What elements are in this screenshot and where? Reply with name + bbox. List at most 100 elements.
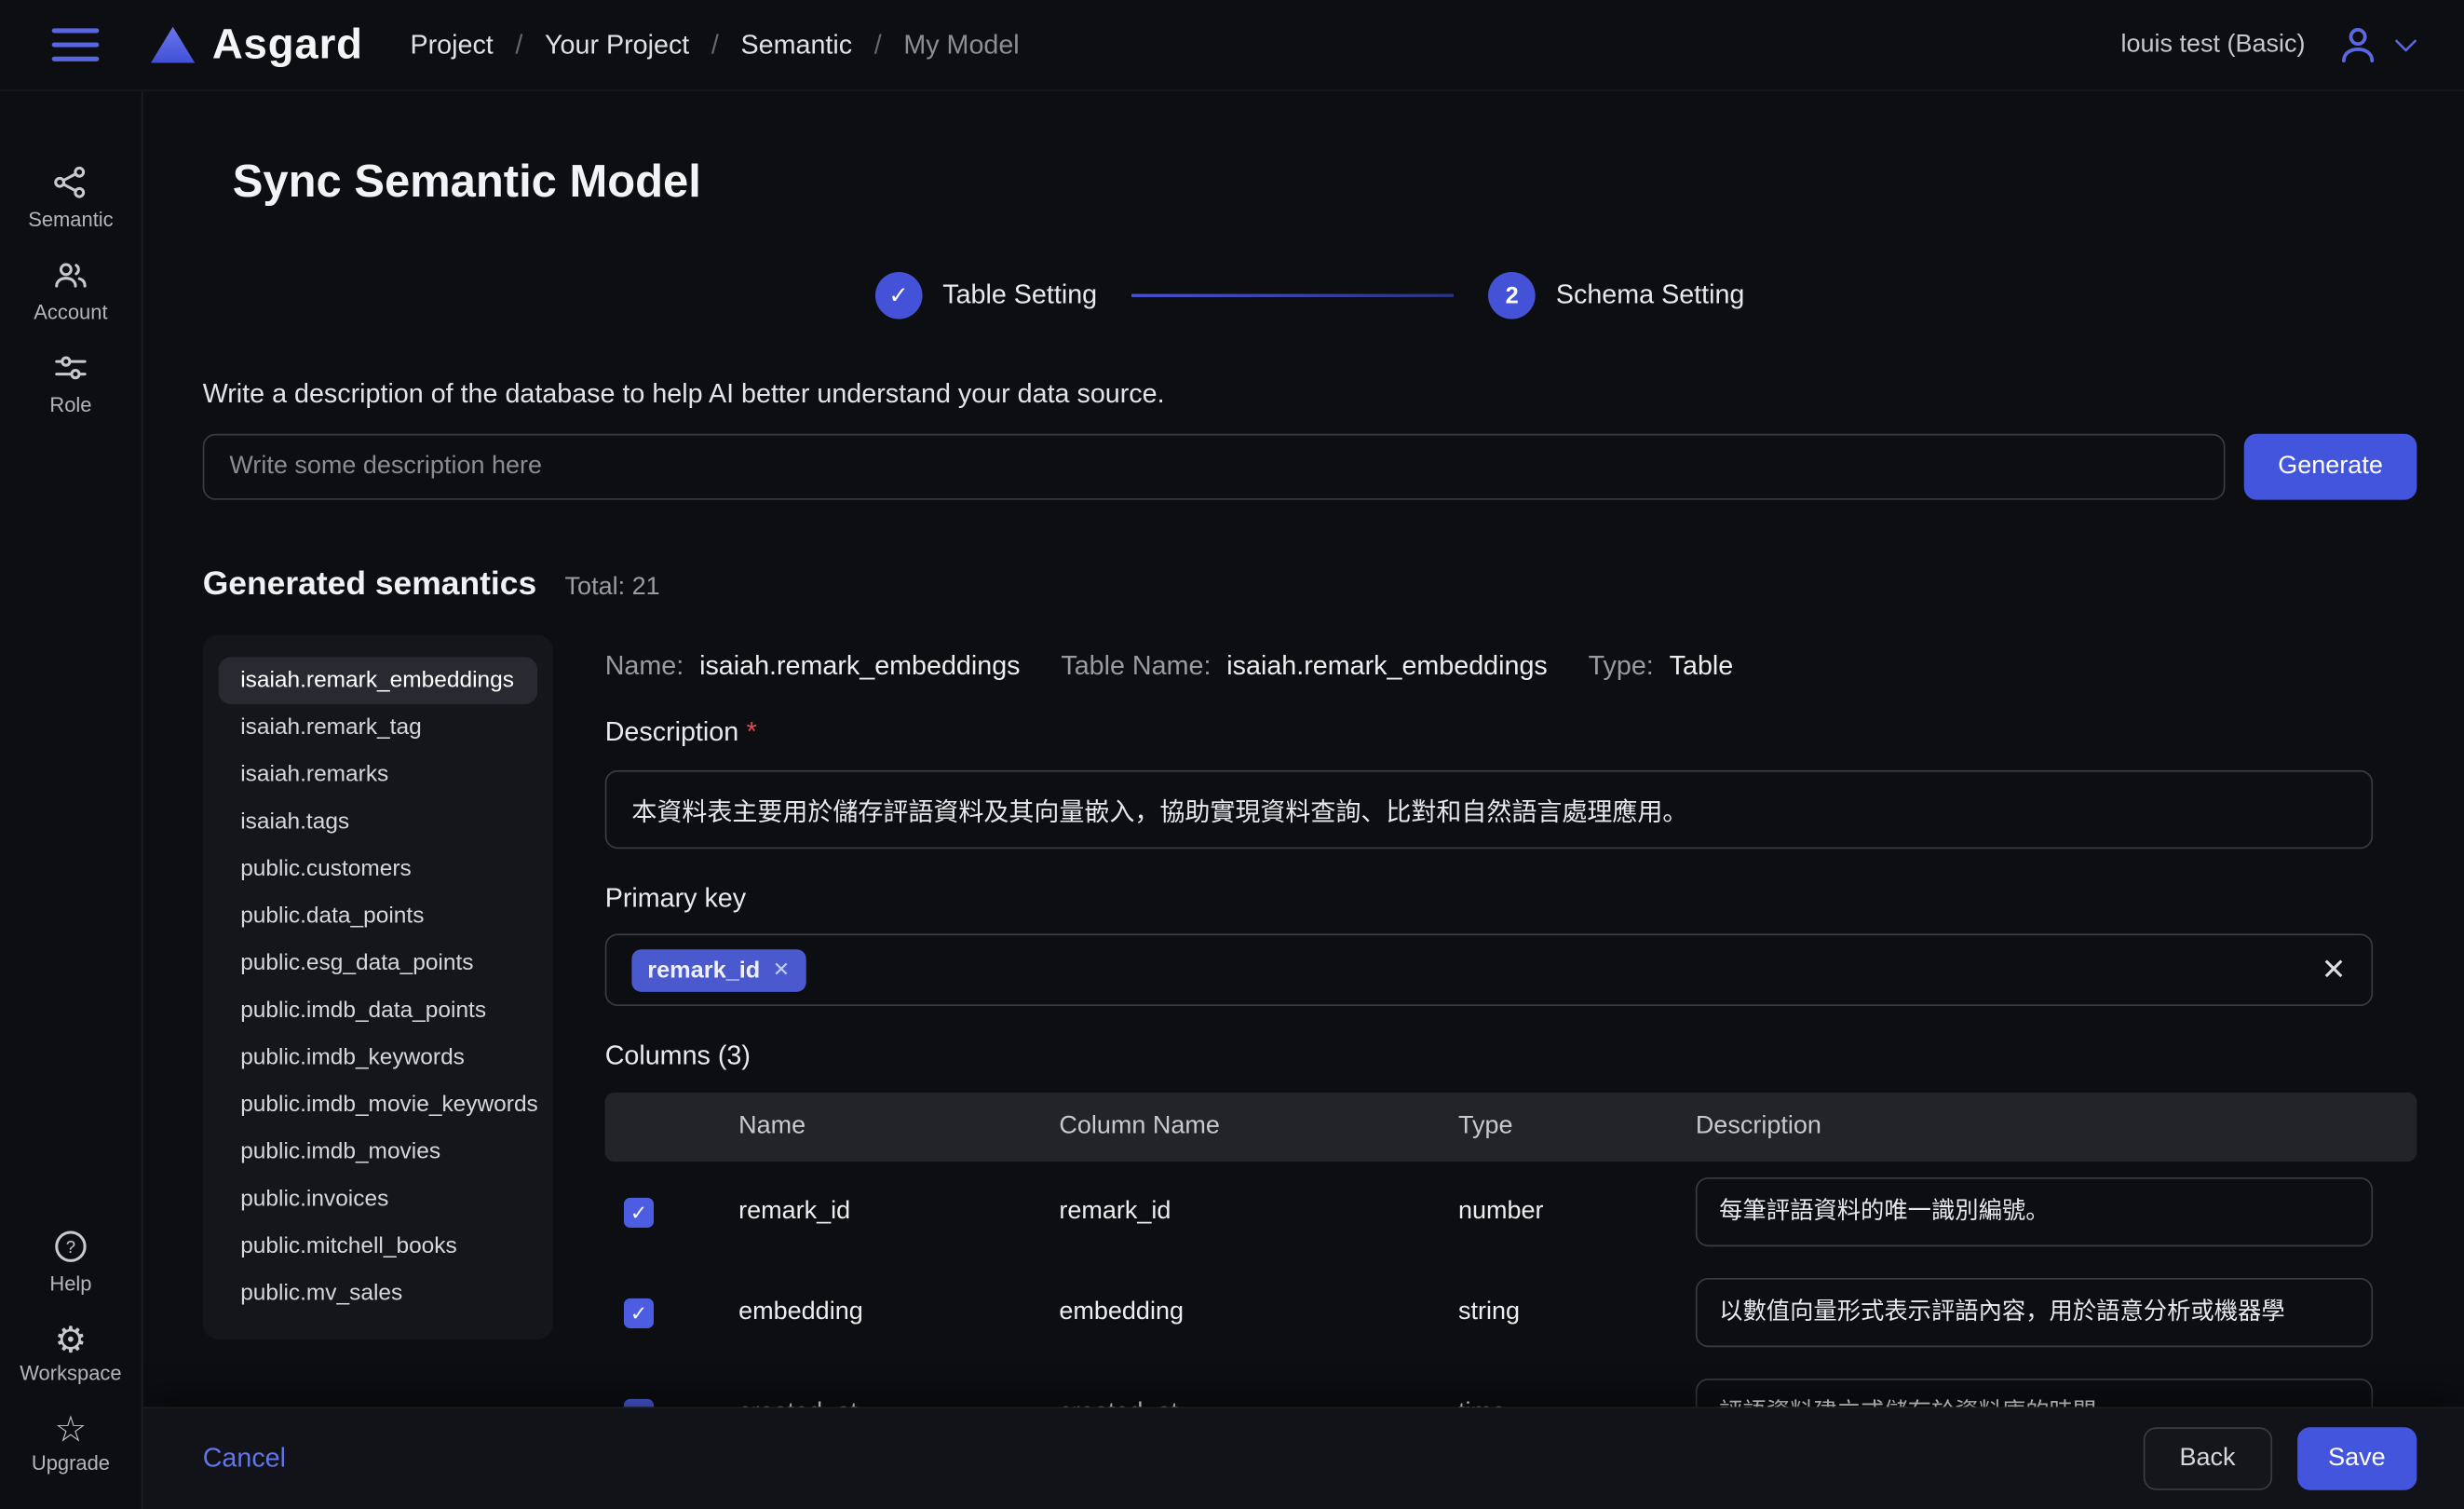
sidebar-item-workspace[interactable]: ⚙ Workspace	[0, 1308, 142, 1397]
people-icon	[52, 256, 90, 294]
step1-circle: ✓	[875, 272, 923, 319]
brand-name: Asgard	[212, 20, 363, 69]
row-checkbox[interactable]: ✓	[624, 1197, 654, 1227]
generate-button[interactable]: Generate	[2244, 434, 2417, 500]
list-item[interactable]: isaiah.remark_tag	[219, 704, 538, 752]
main-area: Sync Semantic Model ✓ Table Setting 2 Sc…	[143, 91, 2464, 1509]
header-type: Type	[1458, 1113, 1696, 1141]
list-item[interactable]: public.esg_data_points	[219, 940, 538, 987]
row-checkbox[interactable]: ✓	[624, 1298, 654, 1327]
sidebar-item-label: Semantic	[0, 208, 142, 231]
sidebar-item-account[interactable]: Account	[0, 244, 142, 337]
user-menu[interactable]: louis test (Basic)	[2120, 23, 2419, 66]
sidebar-bottom: ? Help ⚙ Workspace ☆ Upgrade	[0, 1215, 142, 1509]
cell-type: number	[1458, 1198, 1696, 1226]
brand-logo[interactable]: Asgard	[151, 20, 363, 69]
breadcrumb: Project / Your Project / Semantic / My M…	[410, 29, 1019, 61]
breadcrumb-my-model: My Model	[903, 29, 1019, 61]
table-meta-row: Name: isaiah.remark_embeddings Table Nam…	[605, 651, 2417, 683]
database-description-hint: Write a description of the database to h…	[203, 379, 2417, 411]
sidebar-item-upgrade[interactable]: ☆ Upgrade	[0, 1397, 142, 1487]
breadcrumb-semantic[interactable]: Semantic	[740, 29, 852, 61]
table-row: ✓ remark_id remark_id number 每筆評語資料的唯一識別…	[605, 1162, 2417, 1262]
sidebar-item-help[interactable]: ? Help	[0, 1215, 142, 1308]
cell-name: remark_id	[738, 1198, 1059, 1226]
description-label: Description*	[605, 717, 2417, 749]
user-avatar-icon[interactable]	[2336, 23, 2379, 66]
sidebar-item-semantic[interactable]: Semantic	[0, 151, 142, 244]
step2-label: Schema Setting	[1556, 279, 1745, 311]
columns-count-label: Columns (3)	[605, 1040, 2417, 1072]
star-icon: ☆	[55, 1408, 88, 1449]
list-item[interactable]: public.mitchell_books	[219, 1223, 538, 1271]
header-description: Description	[1696, 1113, 2417, 1141]
columns-table-header: Name Column Name Type Description	[605, 1093, 2417, 1162]
type-label: Type:	[1589, 651, 1654, 683]
list-item[interactable]: public.data_points	[219, 893, 538, 941]
list-item[interactable]: isaiah.tags	[219, 798, 538, 846]
breadcrumb-project[interactable]: Project	[410, 29, 493, 61]
cell-name: embedding	[738, 1298, 1059, 1326]
check-icon: ✓	[630, 1202, 647, 1222]
chip-remove-icon[interactable]: ✕	[773, 958, 790, 983]
list-item[interactable]: public.invoices	[219, 1176, 538, 1223]
app-window: Asgard Project / Your Project / Semantic…	[0, 0, 2464, 1509]
footer-bar: Cancel Back Save	[143, 1407, 2464, 1509]
name-value: isaiah.remark_embeddings	[699, 651, 1020, 683]
list-item[interactable]: isaiah.remark_embeddings	[219, 657, 538, 704]
sidebar-item-role[interactable]: Role	[0, 336, 142, 429]
check-icon: ✓	[630, 1302, 647, 1323]
required-asterisk: *	[747, 717, 757, 747]
header-column-name: Column Name	[1059, 1113, 1458, 1141]
cancel-button[interactable]: Cancel	[203, 1443, 286, 1475]
breadcrumb-separator: /	[711, 29, 719, 61]
table-row: ✓ embedding embedding string 以數值向量形式表示評語…	[605, 1262, 2417, 1363]
chevron-down-icon[interactable]	[2391, 31, 2419, 59]
topbar: Asgard Project / Your Project / Semantic…	[0, 0, 2464, 91]
list-item[interactable]: public.imdb_movies	[219, 1129, 538, 1176]
primary-key-field[interactable]: remark_id ✕ ✕	[605, 933, 2373, 1006]
primary-key-label: Primary key	[605, 883, 2417, 915]
generated-semantics-total: Total: 21	[565, 574, 660, 602]
list-item[interactable]: isaiah.remarks	[219, 752, 538, 799]
triangle-logo-icon	[151, 27, 195, 63]
sidebar-item-label: Help	[0, 1271, 142, 1295]
table-detail-panel: Name: isaiah.remark_embeddings Table Nam…	[605, 635, 2417, 1463]
step-schema-setting[interactable]: 2 Schema Setting	[1488, 272, 1744, 319]
cell-description-input[interactable]: 每筆評語資料的唯一識別編號。	[1696, 1177, 2373, 1246]
list-item[interactable]: public.imdb_movie_keywords	[219, 1081, 538, 1129]
back-button[interactable]: Back	[2144, 1427, 2272, 1490]
cell-description-input[interactable]: 以數值向量形式表示評語內容，用於語意分析或機器學	[1696, 1278, 2373, 1347]
sidebar-item-label: Role	[0, 393, 142, 416]
step2-circle: 2	[1488, 272, 1536, 319]
clear-field-icon[interactable]: ✕	[2322, 955, 2347, 985]
database-description-input[interactable]	[203, 434, 2226, 500]
step1-label: Table Setting	[942, 279, 1097, 311]
cell-column-name: embedding	[1059, 1298, 1458, 1326]
tables-list-panel: isaiah.remark_embeddings isaiah.remark_t…	[203, 635, 553, 1339]
sidebar-item-label: Upgrade	[0, 1451, 142, 1475]
stepper: ✓ Table Setting 2 Schema Setting	[203, 272, 2417, 319]
table-description-textarea[interactable]: 本資料表主要用於儲存評語資料及其向量嵌入，協助實現資料查詢、比對和自然語言處理應…	[605, 770, 2373, 849]
type-value: Table	[1670, 651, 1734, 683]
cell-type: string	[1458, 1298, 1696, 1326]
breadcrumb-separator: /	[515, 29, 522, 61]
gear-icon: ⚙	[55, 1319, 88, 1360]
sidebar: Semantic Account Role ?	[0, 91, 143, 1509]
list-item[interactable]: public.mv_sales	[219, 1271, 538, 1318]
list-item[interactable]: public.imdb_data_points	[219, 987, 538, 1035]
save-button[interactable]: Save	[2296, 1427, 2417, 1490]
breadcrumb-your-project[interactable]: Your Project	[545, 29, 689, 61]
page-title: Sync Semantic Model	[233, 157, 2417, 210]
hamburger-menu-icon[interactable]	[52, 28, 100, 61]
name-label: Name:	[605, 651, 684, 683]
list-item[interactable]: public.customers	[219, 846, 538, 893]
sidebar-item-label: Workspace	[0, 1361, 142, 1384]
header-name: Name	[738, 1113, 1059, 1141]
sliders-icon	[52, 349, 90, 387]
table-name-value: isaiah.remark_embeddings	[1226, 651, 1547, 683]
chip-label: remark_id	[647, 957, 760, 984]
step-table-setting[interactable]: ✓ Table Setting	[875, 272, 1097, 319]
primary-key-chip[interactable]: remark_id ✕	[631, 948, 806, 991]
list-item[interactable]: public.imdb_keywords	[219, 1034, 538, 1081]
